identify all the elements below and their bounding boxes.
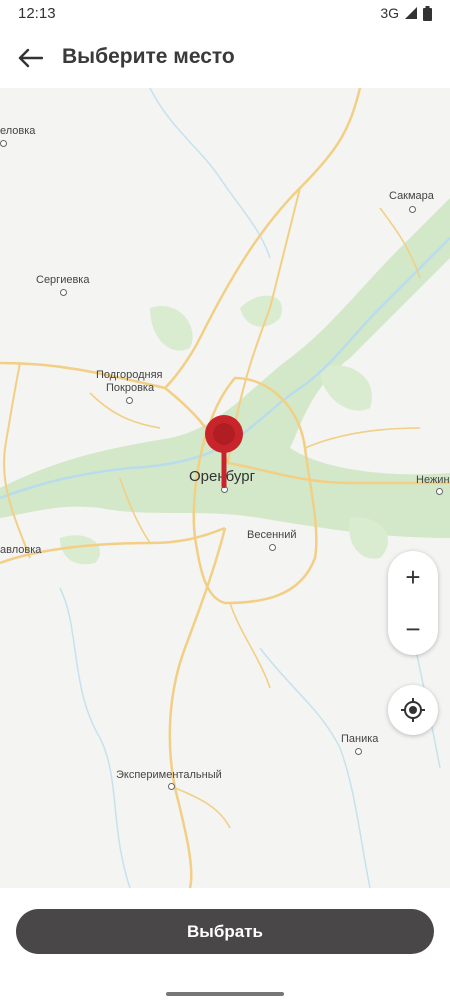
place-label: Нежинк [416, 474, 450, 486]
network-type: 3G [380, 5, 399, 21]
place-dot [409, 206, 416, 213]
place-label: Весенний [247, 529, 297, 541]
map-view[interactable]: еловка Сакмара Сергиевка Подгородняя Пок… [0, 88, 450, 888]
signal-icon [405, 7, 417, 19]
forest-patch [240, 295, 282, 327]
place-dot [436, 488, 443, 495]
place-label: Покровка [106, 382, 155, 394]
select-button[interactable]: Выбрать [16, 909, 434, 954]
status-icons: 3G [380, 5, 432, 21]
place-dot [168, 783, 175, 790]
app-bar: Выберите место [0, 28, 450, 88]
home-indicator [166, 992, 284, 996]
battery-icon [423, 5, 432, 21]
place-label: Сакмара [389, 190, 434, 202]
status-time: 12:13 [18, 5, 56, 22]
forest-patch [150, 306, 193, 351]
river [149, 88, 271, 259]
place-label: Паника [341, 733, 379, 745]
location-pin-icon[interactable] [203, 414, 245, 490]
bottom-panel: Выбрать [0, 888, 450, 1000]
place-label: Подгородняя [96, 369, 163, 381]
status-bar: 12:13 3G [0, 0, 450, 28]
river [59, 587, 131, 888]
arrow-back-icon [18, 48, 43, 68]
river [259, 647, 371, 888]
place-dot [355, 748, 362, 755]
place-label: Экспериментальный [116, 769, 222, 781]
back-button[interactable] [10, 38, 50, 78]
road [3, 362, 31, 559]
forest-patch [60, 535, 101, 565]
zoom-in-button[interactable]: + [388, 551, 438, 603]
zoom-out-button[interactable]: − [388, 603, 438, 655]
page-title: Выберите место [62, 45, 235, 68]
place-dot [126, 397, 133, 404]
road [89, 392, 161, 429]
road [168, 527, 227, 888]
zoom-controls: + − [388, 551, 438, 655]
place-dot [60, 289, 67, 296]
forest-patch [320, 365, 372, 411]
place-label: еловка [0, 125, 36, 137]
road [304, 427, 421, 449]
my-location-button[interactable] [388, 685, 438, 735]
place-label: Сергиевка [36, 274, 90, 286]
place-dot [269, 544, 276, 551]
place-label: авловка [0, 544, 42, 556]
road [229, 602, 271, 689]
crosshair-icon [401, 698, 425, 722]
place-dot [0, 140, 7, 147]
